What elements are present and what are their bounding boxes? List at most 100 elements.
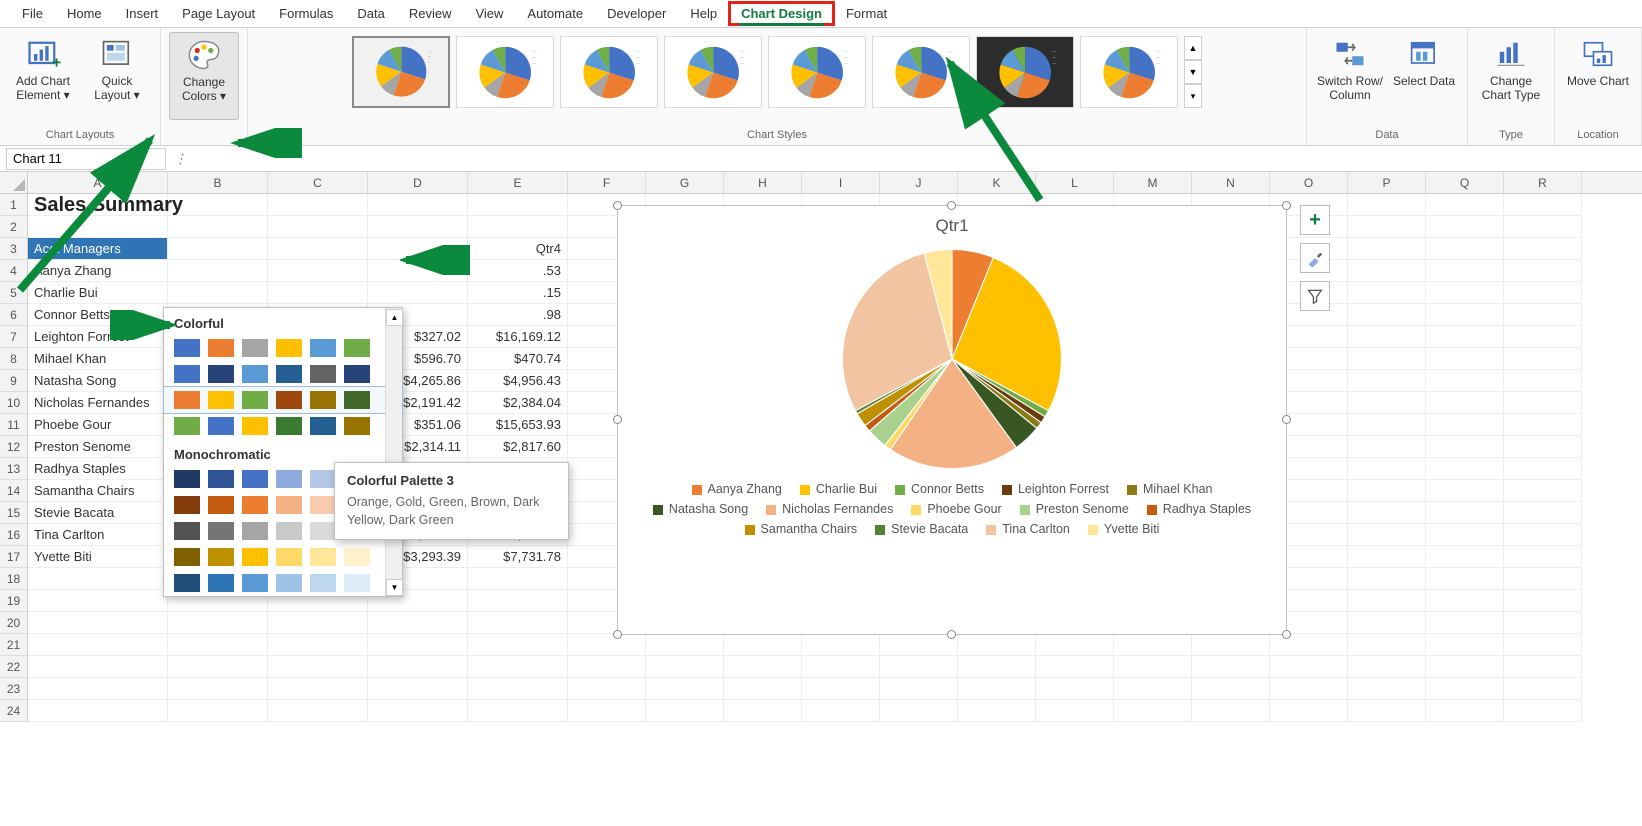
legend-item[interactable]: Leighton Forrest <box>1002 482 1109 496</box>
cell-D4[interactable] <box>368 260 468 282</box>
tab-data[interactable]: Data <box>345 2 396 25</box>
cell-N23[interactable] <box>1192 678 1270 700</box>
cell-Q18[interactable] <box>1426 568 1504 590</box>
legend-item[interactable]: Mihael Khan <box>1127 482 1213 496</box>
cell-M23[interactable] <box>1114 678 1192 700</box>
cell-E8[interactable]: $470.74 <box>468 348 568 370</box>
cell-P22[interactable] <box>1348 656 1426 678</box>
column-header-G[interactable]: G <box>646 172 724 194</box>
cell-R15[interactable] <box>1504 502 1582 524</box>
cell-D20[interactable] <box>368 612 468 634</box>
cell-A12[interactable]: Preston Senome <box>28 436 168 458</box>
cell-O24[interactable] <box>1270 700 1348 722</box>
tab-view[interactable]: View <box>463 2 515 25</box>
cell-J24[interactable] <box>880 700 958 722</box>
cell-K22[interactable] <box>958 656 1036 678</box>
cell-P2[interactable] <box>1348 216 1426 238</box>
cell-I22[interactable] <box>802 656 880 678</box>
tab-automate[interactable]: Automate <box>515 2 595 25</box>
cell-R21[interactable] <box>1504 634 1582 656</box>
cell-A20[interactable] <box>28 612 168 634</box>
cell-B2[interactable] <box>168 216 268 238</box>
row-header-14[interactable]: 14 <box>0 480 28 502</box>
worksheet[interactable]: ▲▼ Colorful Monochromatic Colorful Palet… <box>0 172 1642 802</box>
cell-P8[interactable] <box>1348 348 1426 370</box>
tab-chart-design[interactable]: Chart Design <box>729 2 834 25</box>
tab-developer[interactable]: Developer <box>595 2 678 25</box>
cell-Q8[interactable] <box>1426 348 1504 370</box>
mono-palette-row-5[interactable] <box>164 570 402 596</box>
row-header-20[interactable]: 20 <box>0 612 28 634</box>
cell-P9[interactable] <box>1348 370 1426 392</box>
cell-E19[interactable] <box>468 590 568 612</box>
cell-Q22[interactable] <box>1426 656 1504 678</box>
row-header-3[interactable]: 3 <box>0 238 28 260</box>
row-header-24[interactable]: 24 <box>0 700 28 722</box>
cell-H23[interactable] <box>724 678 802 700</box>
cell-E4[interactable]: .53 <box>468 260 568 282</box>
cell-P1[interactable] <box>1348 194 1426 216</box>
cell-M21[interactable] <box>1114 634 1192 656</box>
row-header-15[interactable]: 15 <box>0 502 28 524</box>
cell-P24[interactable] <box>1348 700 1426 722</box>
cell-R3[interactable] <box>1504 238 1582 260</box>
chart-title[interactable]: Qtr1 <box>618 206 1286 236</box>
cell-E10[interactable]: $2,384.04 <box>468 392 568 414</box>
cell-G21[interactable] <box>646 634 724 656</box>
move-chart-button[interactable]: Move Chart <box>1563 32 1633 120</box>
column-header-Q[interactable]: Q <box>1426 172 1504 194</box>
cell-G24[interactable] <box>646 700 724 722</box>
cell-P19[interactable] <box>1348 590 1426 612</box>
cell-P17[interactable] <box>1348 546 1426 568</box>
cell-C22[interactable] <box>268 656 368 678</box>
cell-H24[interactable] <box>724 700 802 722</box>
column-header-B[interactable]: B <box>168 172 268 194</box>
cell-N22[interactable] <box>1192 656 1270 678</box>
colorful-palette-row-1[interactable] <box>164 335 402 361</box>
cell-R18[interactable] <box>1504 568 1582 590</box>
cell-R16[interactable] <box>1504 524 1582 546</box>
row-header-2[interactable]: 2 <box>0 216 28 238</box>
cell-A11[interactable]: Phoebe Gour <box>28 414 168 436</box>
cell-R19[interactable] <box>1504 590 1582 612</box>
cell-P16[interactable] <box>1348 524 1426 546</box>
cell-D24[interactable] <box>368 700 468 722</box>
cell-F22[interactable] <box>568 656 646 678</box>
column-header-J[interactable]: J <box>880 172 958 194</box>
column-header-D[interactable]: D <box>368 172 468 194</box>
cell-C23[interactable] <box>268 678 368 700</box>
tab-formulas[interactable]: Formulas <box>267 2 345 25</box>
legend-item[interactable]: Preston Senome <box>1020 502 1129 516</box>
cell-A15[interactable]: Stevie Bacata <box>28 502 168 524</box>
cell-Q20[interactable] <box>1426 612 1504 634</box>
cell-C1[interactable] <box>268 194 368 216</box>
tab-page-layout[interactable]: Page Layout <box>170 2 267 25</box>
cell-P21[interactable] <box>1348 634 1426 656</box>
cell-P15[interactable] <box>1348 502 1426 524</box>
cell-R13[interactable] <box>1504 458 1582 480</box>
cell-A6[interactable]: Connor Betts <box>28 304 168 326</box>
chart-style-3[interactable]: ——— <box>560 36 658 108</box>
cell-B21[interactable] <box>168 634 268 656</box>
cell-E22[interactable] <box>468 656 568 678</box>
chart-style-2[interactable]: ——— <box>456 36 554 108</box>
row-header-8[interactable]: 8 <box>0 348 28 370</box>
fx-icon[interactable]: ⋮ <box>174 151 190 167</box>
column-header-E[interactable]: E <box>468 172 568 194</box>
embedded-chart[interactable]: Qtr1 Aanya ZhangCharlie BuiConnor BettsL… <box>617 205 1287 635</box>
cell-C3[interactable] <box>268 238 368 260</box>
tab-review[interactable]: Review <box>397 2 464 25</box>
cell-Q11[interactable] <box>1426 414 1504 436</box>
cell-E23[interactable] <box>468 678 568 700</box>
add-chart-element-button[interactable]: + Add Chart Element ▾ <box>8 32 78 120</box>
legend-item[interactable]: Phoebe Gour <box>911 502 1001 516</box>
cell-B1[interactable] <box>168 194 268 216</box>
cell-P14[interactable] <box>1348 480 1426 502</box>
cell-P20[interactable] <box>1348 612 1426 634</box>
legend-item[interactable]: Natasha Song <box>653 502 748 516</box>
cell-L22[interactable] <box>1036 656 1114 678</box>
cell-B24[interactable] <box>168 700 268 722</box>
cell-R24[interactable] <box>1504 700 1582 722</box>
row-header-13[interactable]: 13 <box>0 458 28 480</box>
cell-G23[interactable] <box>646 678 724 700</box>
